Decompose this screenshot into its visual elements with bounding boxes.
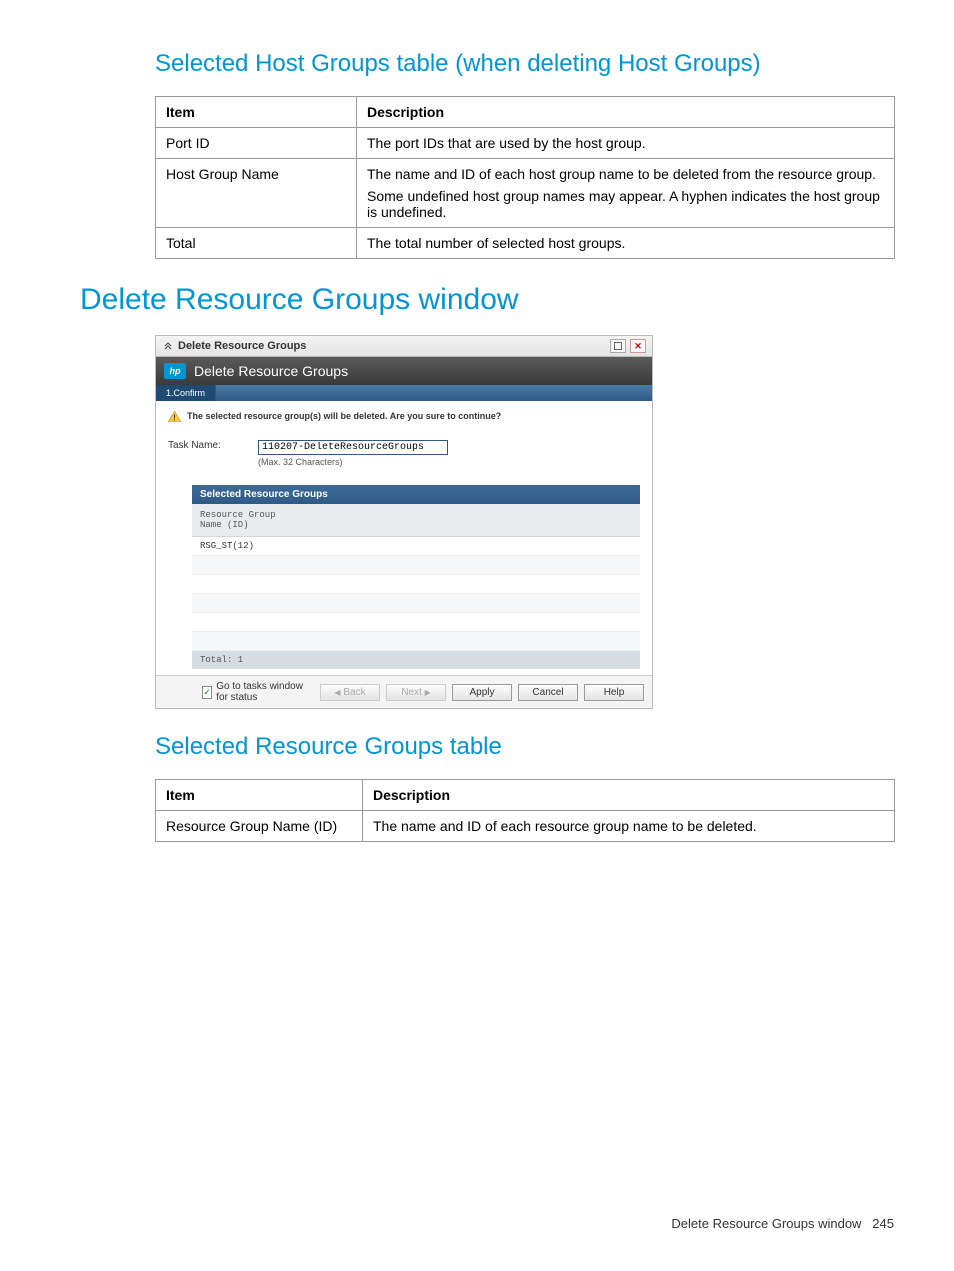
- back-button[interactable]: ◀ Back: [320, 684, 380, 701]
- list-item[interactable]: RSG_ST(12): [192, 537, 640, 556]
- section3-heading: Selected Resource Groups table: [80, 733, 894, 761]
- window-titlebar: Delete Resource Groups ✕: [156, 336, 652, 357]
- warning-message: ! The selected resource group(s) will be…: [168, 411, 640, 422]
- col-item: Item: [156, 780, 363, 811]
- col-description: Description: [363, 780, 895, 811]
- section2-heading: Delete Resource Groups window: [80, 283, 894, 317]
- warning-icon: !: [168, 411, 181, 422]
- window-footer: ✓ Go to tasks window for status ◀ Back N…: [156, 675, 652, 708]
- apply-button[interactable]: Apply: [452, 684, 512, 701]
- total-row: Total: 1: [192, 651, 640, 669]
- maximize-button[interactable]: [610, 339, 626, 353]
- cell-desc: The name and ID of each resource group n…: [363, 811, 895, 842]
- cell-item: Host Group Name: [156, 159, 357, 228]
- selected-resource-groups-header: Selected Resource Groups: [192, 485, 640, 504]
- selected-host-groups-table: Item Description Port ID The port IDs th…: [155, 96, 895, 259]
- hp-logo-icon: hp: [164, 363, 186, 379]
- collapse-icon[interactable]: [162, 340, 174, 353]
- list-item: [192, 632, 640, 651]
- table-row: Host Group Name The name and ID of each …: [156, 159, 895, 228]
- window-banner: hp Delete Resource Groups: [156, 357, 652, 385]
- delete-resource-groups-window: Delete Resource Groups ✕ hp Delete Resou…: [155, 335, 653, 709]
- cell-item: Total: [156, 228, 357, 259]
- close-button[interactable]: ✕: [630, 339, 646, 353]
- page-footer: Delete Resource Groups window 245: [671, 1216, 894, 1231]
- task-name-hint: (Max. 32 Characters): [258, 457, 448, 467]
- table-row: Port ID The port IDs that are used by th…: [156, 128, 895, 159]
- list-item: [192, 575, 640, 594]
- table-row: Resource Group Name (ID) The name and ID…: [156, 811, 895, 842]
- col-description: Description: [357, 97, 895, 128]
- cell-desc: The name and ID of each host group name …: [357, 159, 895, 228]
- cell-item: Resource Group Name (ID): [156, 811, 363, 842]
- window-title: Delete Resource Groups: [178, 340, 306, 352]
- section1-heading: Selected Host Groups table (when deletin…: [80, 50, 894, 78]
- step-confirm: 1.Confirm: [156, 385, 216, 401]
- list-item: [192, 613, 640, 632]
- checkmark-icon: ✓: [202, 686, 212, 699]
- task-name-label: Task Name:: [168, 440, 258, 451]
- cancel-button[interactable]: Cancel: [518, 684, 578, 701]
- cell-desc: The total number of selected host groups…: [357, 228, 895, 259]
- selected-resource-groups-list: Resource Group Name (ID) RSG_ST(12): [192, 504, 640, 651]
- next-button[interactable]: Next ▶: [386, 684, 446, 701]
- col-resource-group-name: Resource Group Name (ID): [192, 504, 640, 537]
- cell-item: Port ID: [156, 128, 357, 159]
- selected-resource-groups-table: Item Description Resource Group Name (ID…: [155, 779, 895, 842]
- cell-desc: The port IDs that are used by the host g…: [357, 128, 895, 159]
- checkbox-label: Go to tasks window for status: [216, 681, 314, 703]
- svg-text:!: !: [173, 414, 176, 423]
- wizard-steps: 1.Confirm: [156, 385, 652, 401]
- task-name-input[interactable]: [258, 440, 448, 455]
- col-item: Item: [156, 97, 357, 128]
- table-row: Total The total number of selected host …: [156, 228, 895, 259]
- list-item: [192, 556, 640, 575]
- go-to-tasks-checkbox[interactable]: ✓ Go to tasks window for status: [202, 681, 314, 703]
- warning-text: The selected resource group(s) will be d…: [187, 411, 501, 421]
- list-item: [192, 594, 640, 613]
- help-button[interactable]: Help: [584, 684, 644, 701]
- banner-title: Delete Resource Groups: [194, 363, 348, 379]
